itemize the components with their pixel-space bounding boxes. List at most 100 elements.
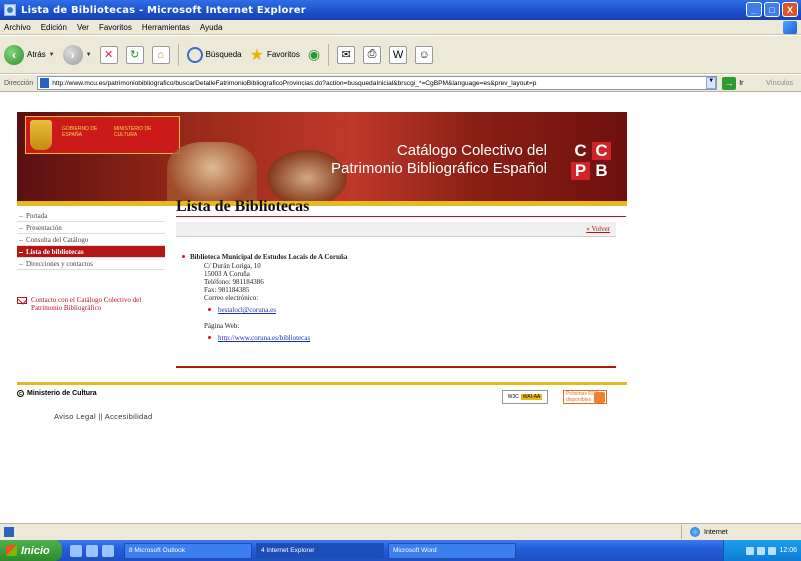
- address-bar: Dirección http://www.mcu.es/patrimoniobi…: [0, 75, 801, 92]
- address-label: Dirección: [4, 79, 34, 87]
- toolbar-separator: [328, 43, 330, 66]
- favorites-button[interactable]: ★ Favoritos: [250, 43, 300, 67]
- menu-herramientas[interactable]: Herramientas: [142, 23, 190, 32]
- taskbar-item-word[interactable]: Microsoft Word: [388, 542, 516, 559]
- go-arrow-icon[interactable]: →: [722, 76, 737, 90]
- messenger-icon[interactable]: ☺: [415, 45, 434, 64]
- go-button[interactable]: Ir: [739, 80, 743, 87]
- start-button[interactable]: Inicio: [0, 540, 62, 561]
- print-icon[interactable]: ⎙: [363, 45, 382, 64]
- bullet-icon: [208, 336, 211, 339]
- search-label: Búsqueda: [205, 50, 242, 59]
- star-icon: ★: [249, 46, 264, 64]
- library-entry: Biblioteca Municipal de Estudos Locais d…: [176, 240, 616, 368]
- taskbar-item-outlook[interactable]: 8 Microsoft Outlook: [124, 542, 252, 559]
- menu-ayuda[interactable]: Ayuda: [200, 23, 223, 32]
- menu-ver[interactable]: Ver: [77, 23, 89, 32]
- minimize-button[interactable]: _: [746, 2, 762, 17]
- globe-icon: [690, 527, 700, 537]
- edit-icon[interactable]: W: [389, 45, 408, 64]
- windows-logo-icon: [783, 21, 797, 34]
- logo-letter: C: [574, 141, 587, 160]
- close-button[interactable]: X: [782, 2, 798, 17]
- windows-flag-icon: [6, 545, 17, 556]
- toolbar: ‹ Atrás ▼ › ▼ ✕ ↻ ⌂ Búsqueda ★ Favoritos…: [0, 36, 801, 74]
- home-icon[interactable]: ⌂: [151, 45, 170, 64]
- page-status-icon: [4, 527, 14, 537]
- favorites-label: Favoritos: [266, 50, 300, 59]
- menu-edicion[interactable]: Edición: [41, 23, 67, 32]
- coat-of-arms-icon: [30, 120, 52, 150]
- address-input[interactable]: http://www.mcu.es/patrimoniobibliografic…: [37, 76, 718, 90]
- ministry-text: MINISTERIO DE CULTURA: [114, 126, 152, 138]
- window-title-bar: Lista de Bibliotecas - Microsoft Interne…: [0, 0, 801, 20]
- footer-ministry-label: Ministerio de Cultura: [27, 390, 97, 397]
- forward-button[interactable]: › ▼: [62, 43, 92, 67]
- tray-icon[interactable]: [768, 546, 777, 555]
- wai-label: WAI-AA: [520, 394, 543, 400]
- quick-launch: [70, 544, 114, 557]
- clock[interactable]: 12:06: [779, 547, 797, 554]
- library-fax: Fax: 981184385: [204, 286, 250, 294]
- security-zone: Internet: [681, 525, 801, 539]
- bullet-icon: [208, 308, 211, 311]
- toolbar-separator: [177, 43, 179, 66]
- zone-label: Internet: [704, 528, 728, 536]
- search-button[interactable]: Búsqueda: [186, 43, 242, 67]
- menu-favoritos[interactable]: Favoritos: [99, 23, 132, 32]
- bullet-icon: [182, 255, 185, 258]
- links-label[interactable]: Vínculos: [766, 80, 793, 87]
- refresh-icon[interactable]: ↻: [125, 45, 144, 64]
- contact-link[interactable]: Contacto con el Catálogo Colectivo del P…: [17, 296, 165, 312]
- dropdown-arrow-icon[interactable]: ▼: [86, 52, 92, 58]
- web-link[interactable]: http://www.coruna.es/bibliotecas: [218, 334, 310, 342]
- footer-links[interactable]: Aviso Legal || Accesibilidad: [54, 412, 152, 421]
- dropdown-arrow-icon[interactable]: ▼: [49, 52, 55, 58]
- web-label: Página Web:: [204, 322, 240, 330]
- sidebar-item-presentacion[interactable]: Presentación: [17, 222, 165, 234]
- ie-launch-icon[interactable]: [86, 544, 98, 557]
- volver-link[interactable]: « Volver: [586, 225, 610, 233]
- banner-divider: [17, 201, 627, 206]
- maximize-button[interactable]: □: [764, 2, 780, 17]
- taskbar: Inicio 8 Microsoft Outlook 4 Internet Ex…: [0, 540, 801, 561]
- sidebar-nav: Portada Presentación Consulta del Catálo…: [17, 210, 165, 312]
- page-content: GOBIERNO DE ESPAÑA MINISTERIO DE CULTURA…: [0, 92, 801, 523]
- window-controls: _ □ X: [746, 2, 798, 17]
- volver-bar: « Volver: [176, 222, 616, 237]
- address-dropdown-icon[interactable]: ▼: [706, 77, 717, 89]
- taskbar-item-ie[interactable]: 4 Internet Explorer: [256, 542, 384, 559]
- footer-ministry: c Ministerio de Cultura: [17, 390, 97, 397]
- desktop-icon[interactable]: [70, 544, 82, 557]
- wai-aa-badge[interactable]: W3C WAI-AA: [502, 390, 548, 404]
- menu-archivo[interactable]: Archivo: [4, 23, 31, 32]
- status-bar: Internet: [0, 523, 801, 540]
- footer-divider: [17, 382, 627, 385]
- stop-icon[interactable]: ✕: [99, 45, 118, 64]
- sidebar-item-portada[interactable]: Portada: [17, 210, 165, 222]
- start-label: Inicio: [21, 544, 50, 557]
- system-tray: 12:06: [723, 540, 801, 561]
- search-icon: [186, 46, 203, 63]
- copyright-icon: c: [17, 390, 24, 397]
- sidebar-item-consulta[interactable]: Consulta del Catálogo: [17, 234, 165, 246]
- rss-badge[interactable]: Próximas RSS disponibles: [563, 390, 607, 404]
- sidebar-item-lista-bibliotecas[interactable]: Lista de bibliotecas: [17, 246, 165, 258]
- mail-icon[interactable]: ✉: [337, 45, 356, 64]
- government-logo[interactable]: GOBIERNO DE ESPAÑA MINISTERIO DE CULTURA: [25, 116, 180, 154]
- logo-letter: C: [592, 142, 611, 160]
- logo-letter: P: [571, 162, 590, 180]
- media-icon[interactable]: ◉: [308, 46, 320, 63]
- contact-label: Contacto con el Catálogo Colectivo del P…: [31, 296, 142, 312]
- page-icon: [40, 78, 50, 88]
- email-link[interactable]: bestalocl@coruna.es: [218, 306, 276, 314]
- logo-letter: B: [595, 161, 608, 180]
- site-banner: GOBIERNO DE ESPAÑA MINISTERIO DE CULTURA…: [17, 112, 627, 206]
- tray-icon[interactable]: [746, 546, 755, 555]
- sidebar-item-direcciones[interactable]: Direcciones y contactos: [17, 258, 165, 270]
- outlook-launch-icon[interactable]: [102, 544, 114, 557]
- back-button[interactable]: ‹ Atrás ▼: [4, 43, 55, 67]
- page-title: Lista de Bibliotecas: [176, 198, 310, 215]
- banner-title-line2: Patrimonio Bibliográfico Español: [331, 160, 547, 177]
- tray-icon[interactable]: [757, 546, 766, 555]
